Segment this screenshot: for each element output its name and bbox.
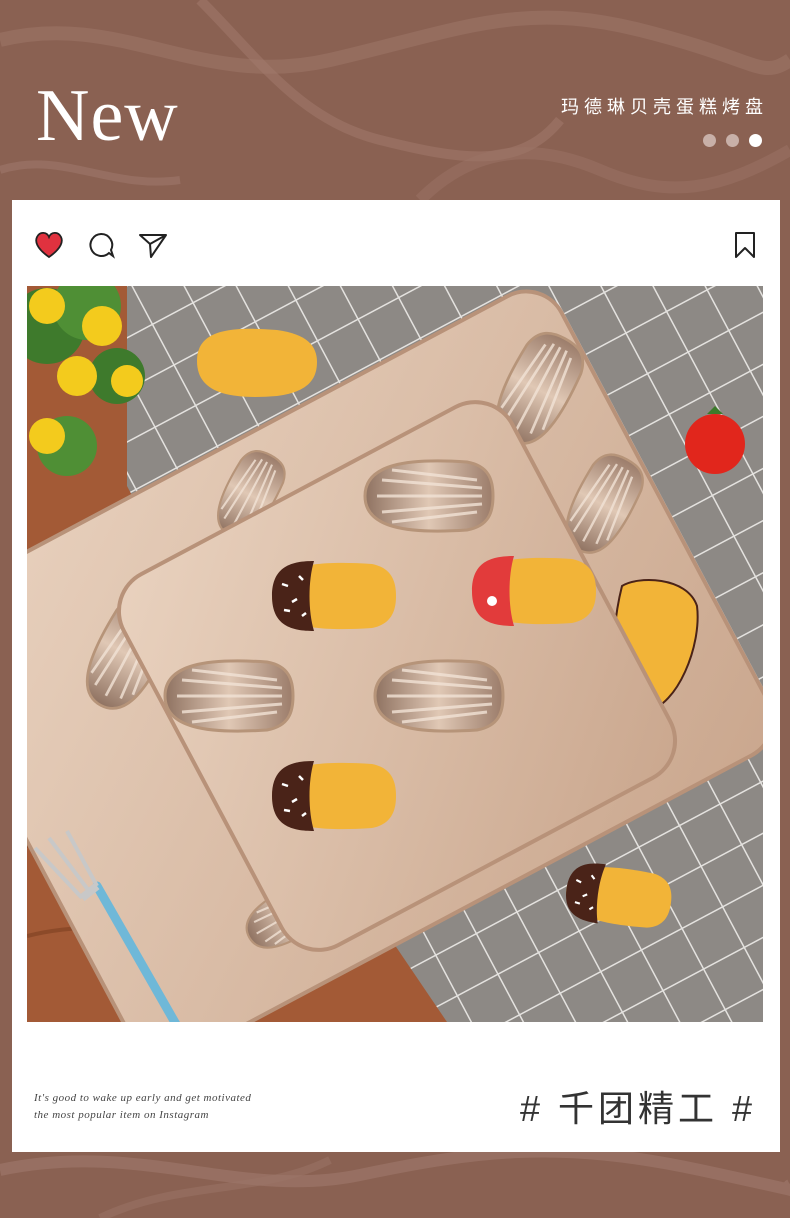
carousel-dot[interactable] [726,134,739,147]
caption-line: It's good to wake up early and get motiv… [34,1092,252,1104]
post-card: It's good to wake up early and get motiv… [12,200,780,1152]
send-icon[interactable] [138,230,168,260]
caption-line: the most popular item on Instagram [34,1109,209,1121]
product-subtitle: 玛德琳贝壳蛋糕烤盘 [561,97,768,117]
carousel-dots [703,134,762,147]
comment-icon[interactable] [86,230,116,260]
carousel-dot[interactable] [703,134,716,147]
brand-hashtag: # 千团精工 # [519,1088,756,1129]
post-caption: It's good to wake up early and get motiv… [34,1090,251,1124]
heart-icon[interactable] [34,230,64,260]
post-actions [34,230,168,260]
product-photo [27,286,763,1022]
page-title: New [36,75,179,157]
carousel-dot-active[interactable] [749,134,762,147]
bookmark-icon[interactable] [730,230,760,260]
